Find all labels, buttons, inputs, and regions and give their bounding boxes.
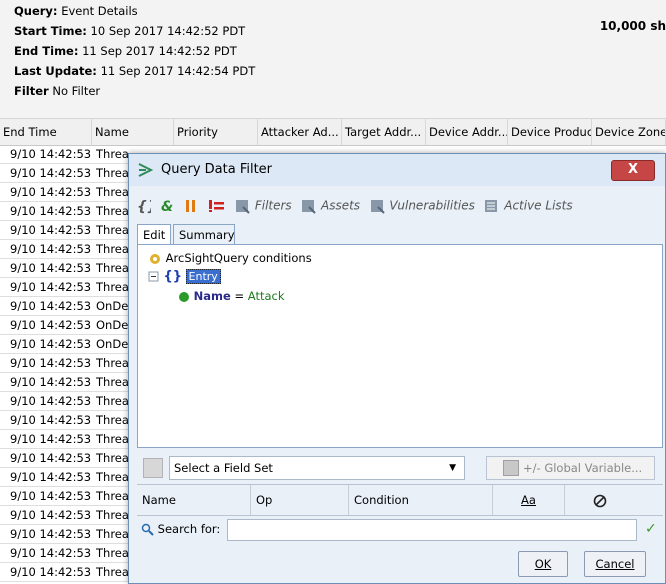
ok-button[interactable]: OK [518,551,568,577]
start-time-line: Start Time: 10 Sep 2017 14:42:52 PDT [14,24,245,38]
end-time-value: 11 Sep 2017 14:42:52 PDT [82,44,237,58]
conditions-icon [150,253,160,264]
clear-button[interactable] [565,485,635,515]
active-lists-label: Active Lists [504,198,573,213]
query-info-header: Query: Event Details Start Time: 10 Sep … [0,0,666,118]
or-icon[interactable] [184,198,198,214]
global-variable-label: +/- Global Variable... [523,461,643,475]
condition-field: Name [193,289,231,303]
grid-column-header: End Time Name Priority Attacker Ad... Ta… [0,118,666,146]
svg-text:&: & [161,199,173,214]
condition-tree-panel: ArcSightQuery conditions {} Entry Name =… [137,244,663,448]
field-set-row: Select a Field Set ▼ +/- Global Variable… [137,454,663,484]
braces-icon[interactable]: {} [137,198,157,215]
filter-dialog-icon [138,163,153,177]
column-target-address[interactable]: Target Addr... [342,119,426,145]
end-time-label: End Time: [14,44,79,58]
field-set-icon[interactable] [143,458,163,478]
not-equal-icon[interactable] [208,198,226,214]
end-time-line: End Time: 11 Sep 2017 14:42:52 PDT [14,44,237,58]
dialog-titlebar[interactable]: Query Data Filter X [129,154,665,186]
braces-node-icon: {} [163,269,183,284]
tab-summary[interactable]: Summary [173,224,235,244]
column-device-address[interactable]: Device Addr... [426,119,508,145]
condition-item[interactable]: Name = Attack [178,289,285,303]
field-set-select[interactable]: Select a Field Set ▼ [169,456,465,480]
filter-label: Filter [14,84,49,98]
dialog-title: Query Data Filter [161,162,273,177]
field-set-value: Select a Field Set [174,461,273,475]
query-label: Query: [14,4,58,18]
condition-dot-icon [179,291,189,302]
search-label-group: Search for: [141,522,220,536]
and-icon[interactable]: & [161,198,175,215]
collapse-icon[interactable] [148,271,160,283]
tree-entry[interactable]: {} Entry [148,269,221,284]
tab-edit[interactable]: Edit [137,224,171,245]
cancel-button[interactable]: Cancel [584,551,646,577]
close-button[interactable]: X [611,160,655,181]
filters-button[interactable]: Filters [235,198,292,214]
vulnerabilities-label: Vulnerabilities [389,198,475,213]
condition-table-header: Name Op Condition Aa [137,484,663,516]
header-op[interactable]: Op [251,485,349,515]
filter-line: Filter No Filter [14,84,100,98]
column-end-time[interactable]: End Time [0,119,92,145]
search-label: Search for: [157,522,221,536]
global-variable-icon [503,460,519,476]
search-row: Search for: ✓ [137,518,663,544]
dropdown-arrow-icon: ▼ [449,463,456,473]
assets-icon [302,200,316,214]
last-update-value: 11 Sep 2017 14:42:54 PDT [100,64,256,78]
last-update-line: Last Update: 11 Sep 2017 14:42:54 PDT [14,64,255,78]
active-lists-icon [485,200,498,212]
search-input[interactable] [227,519,637,541]
query-value: Event Details [61,4,138,18]
assets-label: Assets [321,198,361,213]
svg-text:{}: {} [137,199,151,214]
entry-label: Entry [185,269,221,284]
header-name[interactable]: Name [137,485,251,515]
column-attacker-address[interactable]: Attacker Ad... [258,119,342,145]
filters-icon [236,200,250,214]
tree-root[interactable]: ArcSightQuery conditions [148,251,312,266]
active-lists-button[interactable]: Active Lists [484,198,573,214]
column-device-product[interactable]: Device Product [508,119,592,145]
tree-root-label: ArcSightQuery conditions [165,251,312,265]
last-update-label: Last Update: [14,64,97,78]
assets-button[interactable]: Assets [301,198,360,214]
vulnerabilities-icon [370,200,385,214]
match-case-button[interactable]: Aa [493,485,565,515]
query-data-filter-dialog: Query Data Filter X {} & Filters Assets … [128,153,666,584]
dialog-toolbar: {} & Filters Assets Vulnerabilities Acti… [137,198,657,218]
event-count: 10,000 sh [599,19,666,33]
filters-label: Filters [254,198,292,213]
header-condition[interactable]: Condition [349,485,493,515]
start-time-value: 10 Sep 2017 14:42:52 PDT [90,24,246,38]
search-icon [141,523,154,536]
column-name[interactable]: Name [92,119,174,145]
column-device-zone[interactable]: Device Zone... [592,119,666,145]
no-entry-icon [593,494,607,507]
global-variable-button[interactable]: +/- Global Variable... [486,456,655,480]
check-icon: ✓ [645,521,657,537]
start-time-label: Start Time: [14,24,87,38]
query-line: Query: Event Details [14,4,138,18]
condition-operator: = [234,289,245,303]
vulnerabilities-button[interactable]: Vulnerabilities [370,198,475,214]
column-priority[interactable]: Priority [174,119,258,145]
condition-value: Attack [247,289,285,303]
filter-value: No Filter [52,84,101,98]
